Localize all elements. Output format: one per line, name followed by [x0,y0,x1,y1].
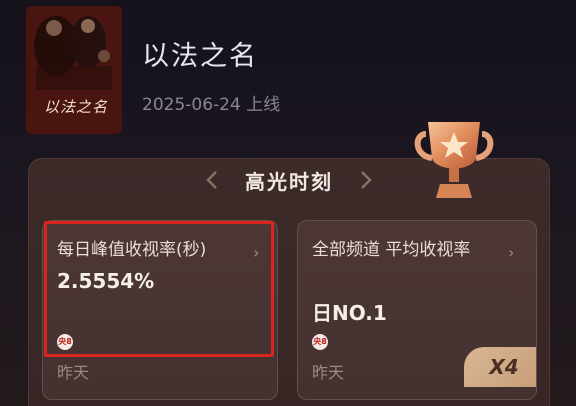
highlight-annotation-box [44,221,274,357]
average-rating-card[interactable]: 全部频道 平均收视率 › 日NO.1 央8 昨天 X4 [297,220,537,400]
peak-rating-time: 昨天 [57,363,90,382]
header-ornament-right-icon [361,171,372,189]
count-badge: X4 [464,347,536,387]
average-rating-time: 昨天 [312,363,345,382]
highlights-title: 高光时刻 [245,169,333,194]
release-date: 2025-06-24 [142,95,241,115]
poster-title: 以法之名 [44,98,109,116]
chevron-right-icon: › [508,243,515,262]
highlights-header: 高光时刻 [204,158,374,202]
release-info: 2025-06-24 上线 [142,90,280,115]
release-suffix: 上线 [246,95,281,115]
average-rating-value: 日NO.1 [312,301,387,325]
cctv8-logo-icon: 央8 [312,334,328,350]
average-rating-label: 全部频道 平均收视率 [312,240,471,260]
header-ornament-left-icon [206,171,217,189]
trophy-icon [414,122,494,198]
show-title[interactable]: 以法之名 [142,34,258,73]
show-poster[interactable]: 以法之名 [26,6,122,134]
